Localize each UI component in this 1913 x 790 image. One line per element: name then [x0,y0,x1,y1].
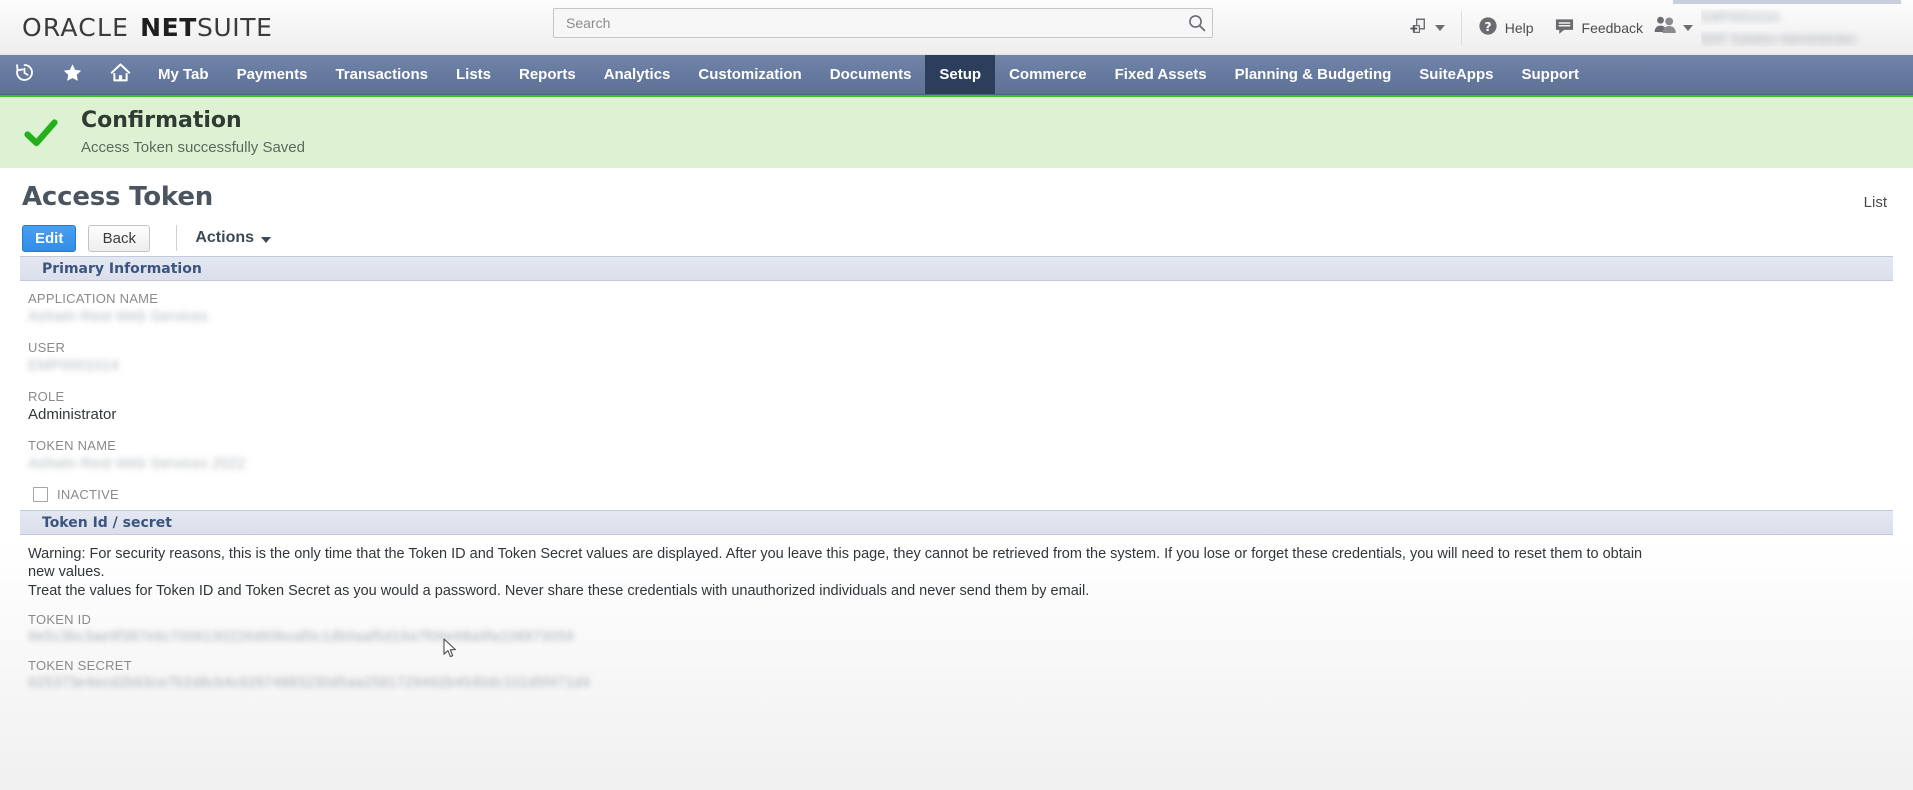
field-role-label: ROLE [28,389,65,404]
inactive-checkbox-label: INACTIVE [57,487,119,502]
confirmation-message: Access Token successfully Saved [81,138,305,156]
help-label: Help [1504,19,1534,36]
nav-item-documents[interactable]: Documents [816,55,926,94]
field-application-name-value: Ashwin Rest Web Services [28,308,208,325]
confirmation-text: Confirmation Access Token successfully S… [81,108,305,156]
nav-shortcuts[interactable] [48,55,96,94]
back-button[interactable]: Back [88,224,151,252]
chevron-down-icon[interactable] [261,236,272,243]
token-value-fields: TOKEN ID 9e5c3bc3ae9f387e6c7006130226d60… [0,606,1913,691]
user-menu[interactable]: EMP0001014 BSP Solution Administrator [1653,0,1913,55]
nav-item-setup[interactable]: Setup [925,55,996,94]
chevron-down-icon[interactable] [1683,24,1693,31]
logo-net-text: NET [140,12,197,42]
nav-item-analytics[interactable]: Analytics [590,55,685,94]
field-token-id-value: 9e5c3bc3ae9f387e6c7006130226d60bcaf0c1db… [28,629,574,646]
token-warning-block: Warning: For security reasons, this is t… [0,535,1913,606]
main-navigation: My Tab Payments Transactions Lists Repor… [0,55,1913,95]
home-icon[interactable] [109,61,132,89]
user-name: EMP0001014 [1701,8,1780,24]
svg-text:?: ? [1484,19,1491,34]
green-check-icon [24,116,58,150]
confirmation-title: Confirmation [81,108,242,134]
actions-menu[interactable]: Actions [195,229,272,247]
toolbar-divider [176,225,178,251]
search-box[interactable] [553,8,1213,38]
field-application-name: APPLICATION NAME Ashwin Rest Web Service… [28,291,1913,327]
feedback-icon[interactable] [1554,17,1575,39]
field-user-label: USER [28,340,66,355]
field-token-name: TOKEN NAME Ashwin Rest Web Services 2022 [28,438,1913,474]
edit-button[interactable]: Edit [22,224,77,252]
users-icon[interactable] [1653,15,1677,40]
quick-add-menu[interactable] [1399,0,1455,55]
shortcuts-star-icon[interactable] [61,61,84,89]
header-divider [1460,10,1462,45]
help-button[interactable]: ? Help [1468,0,1544,55]
confirmation-banner: Confirmation Access Token successfully S… [0,95,1913,170]
field-role: ROLE Administrator [28,389,1913,425]
field-role-value: Administrator [28,406,117,423]
nav-item-payments[interactable]: Payments [223,55,322,94]
search-input[interactable] [564,14,1188,32]
nav-item-reports[interactable]: Reports [505,55,590,94]
nav-item-my-tab[interactable]: My Tab [144,55,223,94]
logo-suite-text: SUITE [196,12,273,42]
section-token-id-secret-title: Token Id / secret [42,514,172,531]
page-body: Access Token List Edit Back Actions Prim… [0,168,1913,790]
page-title: Access Token [22,182,214,212]
token-warning-line-1: Warning: For security reasons, this is t… [28,546,1643,562]
search-icon[interactable] [1188,14,1206,32]
nav-item-commerce[interactable]: Commerce [995,55,1101,94]
nav-item-fixed-assets[interactable]: Fixed Assets [1101,55,1221,94]
nav-item-support[interactable]: Support [1507,55,1593,94]
nav-home[interactable] [96,55,144,94]
feedback-button[interactable]: Feedback [1544,0,1653,55]
field-user: USER EMP0001014 [28,340,1913,376]
field-application-name-label: APPLICATION NAME [28,291,159,306]
user-identity: EMP0001014 BSP Solution Administrator [1701,9,1901,47]
field-token-secret-label: TOKEN SECRET [28,658,132,674]
field-user-value: EMP0001014 [28,357,119,374]
chevron-down-icon[interactable] [1434,24,1445,31]
nav-item-planning-budgeting[interactable]: Planning & Budgeting [1221,55,1406,94]
inactive-checkbox[interactable] [33,487,48,502]
primary-information-fields: APPLICATION NAME Ashwin Rest Web Service… [0,281,1913,502]
top-header: ORACLE NET SUITE Search ? Help Feedback … [0,0,1913,55]
user-role: BSP Solution Administrator [1701,30,1857,46]
nav-recent-records[interactable] [0,55,48,94]
list-link[interactable]: List [1864,194,1887,211]
nav-item-transactions[interactable]: Transactions [321,55,442,94]
section-primary-information-title: Primary Information [42,260,202,277]
field-token-name-value: Ashwin Rest Web Services 2022 [28,455,246,472]
nav-item-lists[interactable]: Lists [442,55,505,94]
section-token-id-secret[interactable]: Token Id / secret [20,510,1893,535]
add-record-icon[interactable] [1409,16,1429,39]
nav-item-suiteapps[interactable]: SuiteApps [1405,55,1507,94]
inactive-checkbox-row[interactable]: INACTIVE [33,487,1913,502]
field-token-secret: TOKEN SECRET 925373e4ecd2b63ce7b2d8cb4c6… [28,658,1913,691]
feedback-label: Feedback [1581,19,1643,36]
field-token-secret-value: 925373e4ecd2b63ce7b2d8cb4c62674883230d5a… [28,675,591,692]
field-token-id: TOKEN ID 9e5c3bc3ae9f387e6c7006130226d60… [28,612,1913,645]
recent-records-icon[interactable] [13,61,36,89]
record-toolbar: Edit Back Actions [0,212,1913,256]
netsuite-logo[interactable]: ORACLE NET SUITE [22,13,273,42]
logo-oracle-text: ORACLE [22,12,130,42]
section-primary-information[interactable]: Primary Information [20,256,1893,281]
field-token-id-label: TOKEN ID [28,612,92,628]
token-warning-line-2: new values. [28,564,105,581]
nav-item-customization[interactable]: Customization [684,55,815,94]
page-header-row: Access Token List [0,168,1913,212]
token-warning-line-3: Treat the values for Token ID and Token … [28,582,1090,599]
field-token-name-label: TOKEN NAME [28,438,117,453]
actions-label: Actions [195,229,255,246]
user-panel-accent-bar [1673,0,1901,4]
header-right-group: ? Help Feedback EMP0001014 BSP Solution … [1399,0,1913,55]
help-icon[interactable]: ? [1478,16,1498,39]
global-search[interactable] [553,8,1213,38]
